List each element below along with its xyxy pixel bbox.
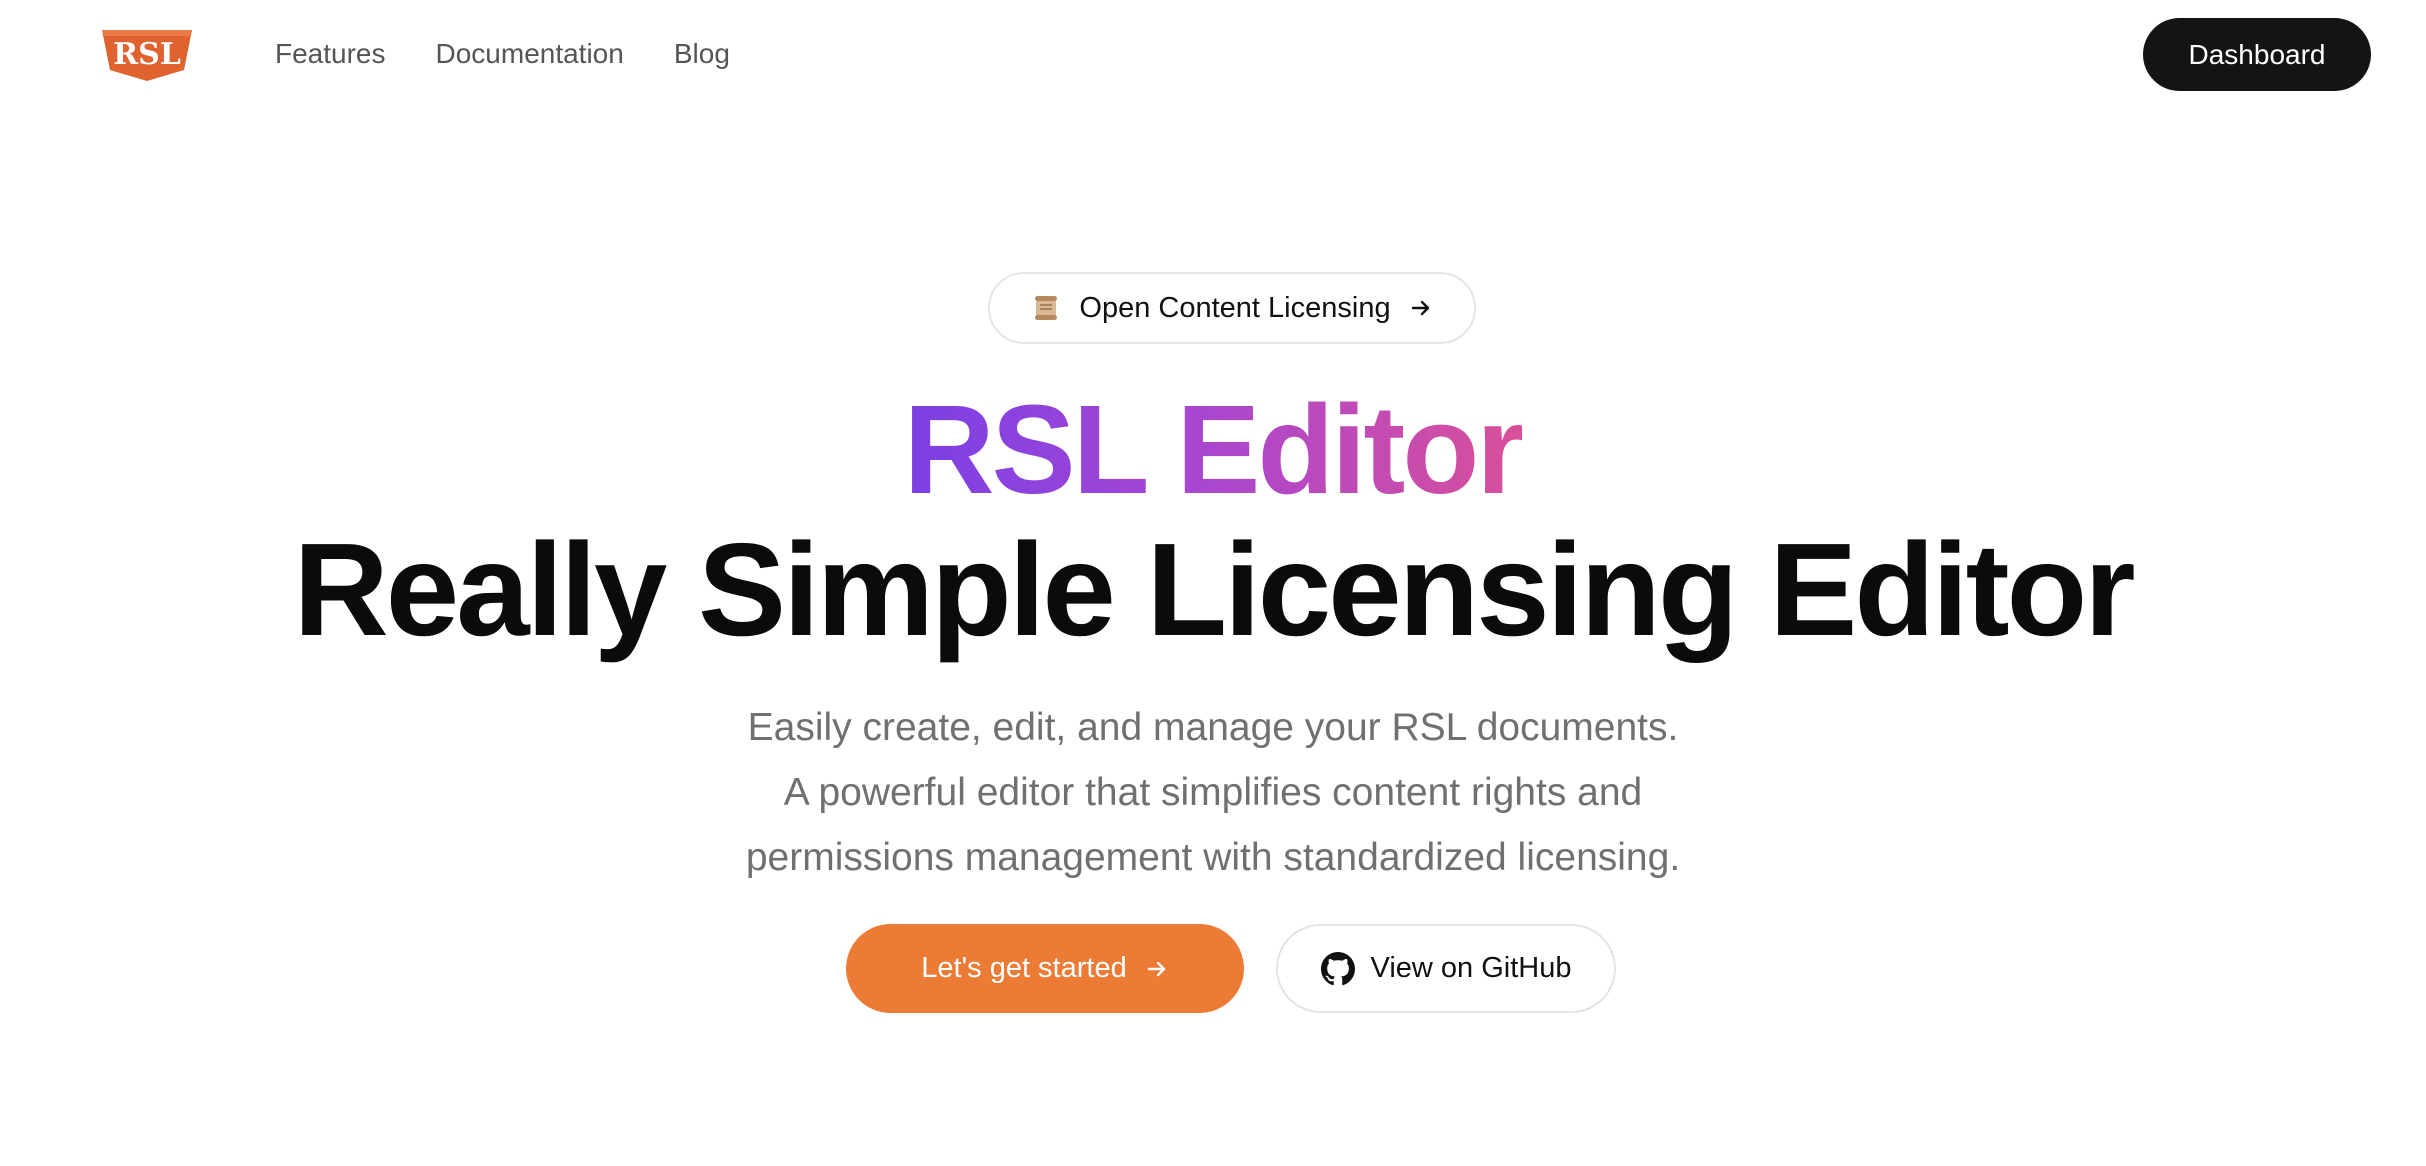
nav-documentation[interactable]: Documentation [436,38,624,70]
view-on-github-button[interactable]: View on GitHub [1276,924,1616,1013]
dashboard-button[interactable]: Dashboard [2143,18,2371,91]
hero-title: Really Simple Licensing Editor [293,516,2135,663]
hero-title-accent: RSL Editor [0,380,2426,520]
subtitle-line: permissions management with standardized… [745,836,1681,879]
subtitle-line: Easily create, edit, and manage your RSL… [747,706,1679,749]
rsl-logo[interactable]: RSL [98,24,196,84]
open-content-licensing-badge[interactable]: Open Content Licensing [988,272,1476,344]
get-started-label: Let's get started [921,952,1127,984]
nav-features[interactable]: Features [275,38,386,70]
github-label: View on GitHub [1370,952,1572,984]
main-nav: Features Documentation Blog [275,34,730,74]
badge-label: Open Content Licensing [1079,291,1391,324]
top-navbar: RSL Features Documentation Blog Dashboar… [0,0,2426,110]
subtitle-line: A powerful editor that simplifies conten… [783,771,1643,814]
cta-group: Let's get started View on GitHub [846,924,1616,1013]
logo-text: RSL [113,37,181,72]
get-started-button[interactable]: Let's get started [846,924,1244,1013]
arrow-right-icon [1411,300,1429,316]
arrow-right-icon [1147,961,1165,976]
github-icon [1320,951,1355,985]
rsl-editor-title: RSL Editor [903,379,1526,520]
nav-blog[interactable]: Blog [674,38,730,70]
scroll-icon [1035,296,1058,320]
hero-subtitle: Easily create, edit, and manage your RSL… [0,695,2426,890]
